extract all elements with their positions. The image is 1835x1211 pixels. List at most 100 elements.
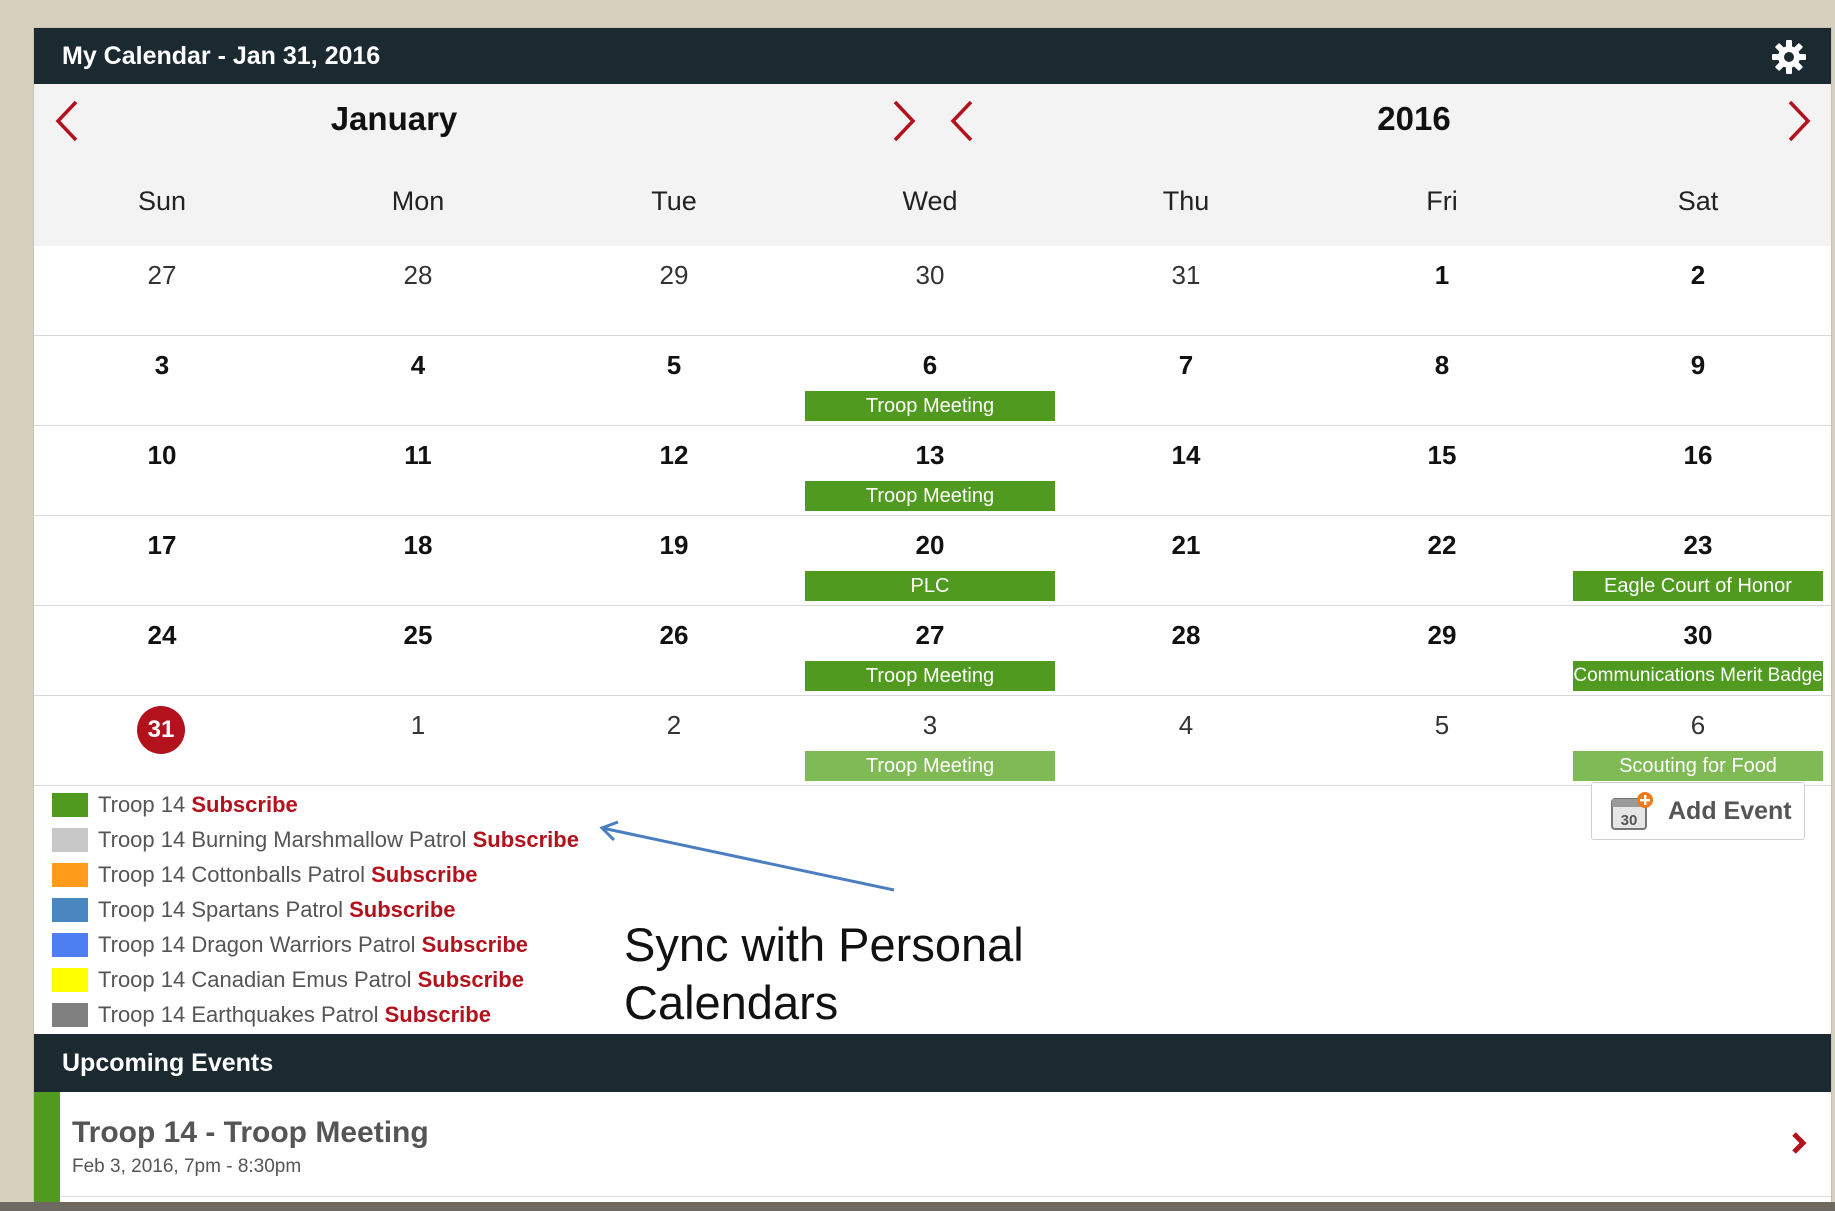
day-number: 3 (154, 350, 170, 380)
day-number: 19 (659, 530, 689, 560)
legend-name: Troop 14 Earthquakes Patrol (98, 1002, 379, 1027)
day-cell[interactable]: 25 (290, 606, 546, 695)
day-cell[interactable]: 2 (1570, 246, 1826, 335)
day-number: 22 (1427, 530, 1457, 560)
day-cell[interactable]: 16 (1570, 426, 1826, 515)
day-cell[interactable]: 20 PLC (802, 516, 1058, 605)
event-communications-merit-badge[interactable]: Communications Merit Badge (1573, 661, 1823, 691)
upcoming-events-header: Upcoming Events (34, 1034, 1831, 1092)
event-eagle-court-of-honor[interactable]: Eagle Court of Honor (1573, 571, 1823, 601)
day-cell[interactable]: 29 (546, 246, 802, 335)
day-cell[interactable]: 30 Communications Merit Badge (1570, 606, 1826, 695)
day-number: 21 (1171, 530, 1201, 560)
event-troop-meeting[interactable]: Troop Meeting (805, 661, 1055, 691)
day-cell[interactable]: 2 (546, 696, 802, 785)
day-cell[interactable]: 12 (546, 426, 802, 515)
day-cell[interactable]: 3 (34, 336, 290, 425)
day-cell[interactable]: 1 (1314, 246, 1570, 335)
weekday-thu: Thu (1162, 186, 1210, 216)
subscribe-link[interactable]: Subscribe (422, 932, 528, 957)
day-cell[interactable]: 23 Eagle Court of Honor (1570, 516, 1826, 605)
day-cell[interactable]: 15 (1314, 426, 1570, 515)
day-number: 30 (1683, 620, 1713, 650)
subscribe-link[interactable]: Subscribe (371, 862, 477, 887)
gear-icon[interactable] (1771, 39, 1807, 75)
day-cell[interactable]: 4 (290, 336, 546, 425)
day-cell[interactable]: 6 Scouting for Food (1570, 696, 1826, 785)
day-number: 9 (1690, 350, 1706, 380)
day-number: 10 (147, 440, 177, 470)
calendar-header: My Calendar - Jan 31, 2016 (34, 28, 1831, 84)
day-cell[interactable]: 28 (290, 246, 546, 335)
day-cell[interactable]: 11 (290, 426, 546, 515)
subscribe-link[interactable]: Subscribe (473, 827, 579, 852)
year-label: 2016 (1377, 100, 1451, 137)
day-cell[interactable]: 7 (1058, 336, 1314, 425)
subscribe-link[interactable]: Subscribe (418, 967, 524, 992)
day-number: 28 (1171, 620, 1201, 650)
day-cell[interactable]: 28 (1058, 606, 1314, 695)
event-scouting-for-food[interactable]: Scouting for Food (1573, 751, 1823, 781)
weekday-header-row: Sun Mon Tue Wed Thu Fri Sat (34, 164, 1831, 247)
legend-name: Troop 14 Spartans Patrol (98, 897, 343, 922)
legend-item: Troop 14 Canadian Emus Patrol Subscribe (52, 965, 612, 995)
legend-swatch (52, 828, 88, 852)
upcoming-event-item[interactable]: Troop 14 - Troop Meeting Feb 3, 2016, 7p… (34, 1092, 1831, 1208)
day-cell[interactable]: 22 (1314, 516, 1570, 605)
event-troop-meeting[interactable]: Troop Meeting (805, 481, 1055, 511)
day-cell[interactable]: 29 (1314, 606, 1570, 695)
day-cell[interactable]: 3 Troop Meeting (802, 696, 1058, 785)
day-cell[interactable]: 19 (546, 516, 802, 605)
day-cell[interactable]: 18 (290, 516, 546, 605)
prev-year-chevron-icon[interactable] (947, 98, 977, 144)
legend-name: Troop 14 Burning Marshmallow Patrol (98, 827, 467, 852)
day-number: 29 (659, 260, 689, 290)
day-cell[interactable]: 1 (290, 696, 546, 785)
event-troop-meeting[interactable]: Troop Meeting (805, 751, 1055, 781)
day-cell[interactable]: 10 (34, 426, 290, 515)
day-cell[interactable]: 21 (1058, 516, 1314, 605)
day-number: 14 (1171, 440, 1201, 470)
prev-month-chevron-icon[interactable] (52, 98, 82, 144)
upcoming-event-date: Feb 3, 2016, 7pm - 8:30pm (72, 1156, 302, 1177)
day-cell[interactable]: 6 Troop Meeting (802, 336, 1058, 425)
day-number: 31 (147, 716, 175, 743)
day-cell[interactable]: 26 (546, 606, 802, 695)
next-month-chevron-icon[interactable] (889, 98, 919, 144)
day-number: 31 (1171, 260, 1201, 290)
day-number: 18 (403, 530, 433, 560)
day-cell[interactable]: 4 (1058, 696, 1314, 785)
upcoming-events-heading: Upcoming Events (62, 1049, 274, 1077)
day-cell[interactable]: 24 (34, 606, 290, 695)
day-cell[interactable]: 31 (1058, 246, 1314, 335)
day-cell[interactable]: 14 (1058, 426, 1314, 515)
day-cell[interactable]: 17 (34, 516, 290, 605)
weekday-sun: Sun (137, 186, 187, 216)
legend-item: Troop 14 Dragon Warriors Patrol Subscrib… (52, 930, 612, 960)
day-number: 5 (1434, 710, 1450, 740)
legend-name: Troop 14 Cottonballs Patrol (98, 862, 365, 887)
day-cell[interactable]: 8 (1314, 336, 1570, 425)
day-number: 4 (1178, 710, 1194, 740)
day-cell[interactable]: 30 (802, 246, 1058, 335)
day-cell[interactable]: 13 Troop Meeting (802, 426, 1058, 515)
day-cell[interactable]: 5 (1314, 696, 1570, 785)
subscribe-link[interactable]: Subscribe (191, 792, 297, 817)
day-cell[interactable]: 5 (546, 336, 802, 425)
subscribe-link[interactable]: Subscribe (349, 897, 455, 922)
day-cell[interactable]: 9 (1570, 336, 1826, 425)
add-event-label: Add Event (1668, 797, 1792, 825)
day-cell-today[interactable]: 31 (34, 696, 290, 785)
day-cell[interactable]: 27 Troop Meeting (802, 606, 1058, 695)
day-cell[interactable]: 27 (34, 246, 290, 335)
subscribe-link[interactable]: Subscribe (385, 1002, 491, 1027)
event-troop-meeting[interactable]: Troop Meeting (805, 391, 1055, 421)
event-plc[interactable]: PLC (805, 571, 1055, 601)
day-number: 13 (915, 440, 945, 470)
week-row: 17 18 19 20 PLC 21 22 23 Eagle Court of … (34, 516, 1831, 606)
day-number: 5 (666, 350, 682, 380)
add-event-button[interactable]: 30 Add Event (1591, 782, 1805, 840)
next-year-chevron-icon[interactable] (1784, 98, 1814, 144)
day-number: 12 (659, 440, 689, 470)
chevron-right-icon[interactable] (1789, 1128, 1809, 1158)
